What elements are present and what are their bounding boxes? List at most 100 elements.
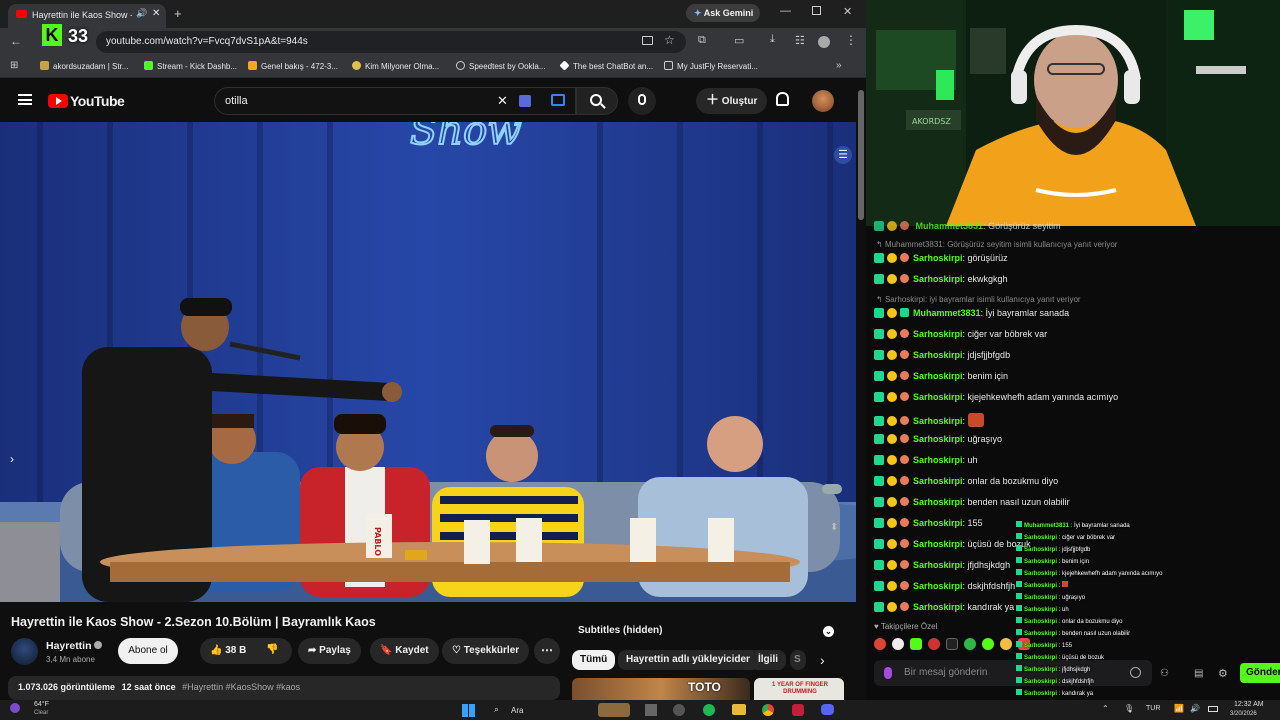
- emote-icon[interactable]: [982, 638, 994, 650]
- bookmark-item[interactable]: Stream - Kick Dashb...: [144, 61, 237, 71]
- windows-start-icon[interactable]: [462, 704, 475, 717]
- chat-username[interactable]: Sarhoskirpi: [913, 539, 963, 549]
- emote-icon[interactable]: [928, 638, 940, 650]
- chat-tools-icon[interactable]: ⚇: [1160, 668, 1169, 679]
- clear-search-icon[interactable]: ✕: [497, 93, 508, 109]
- subscribe-button[interactable]: Abone ol: [118, 638, 178, 664]
- ask-gemini-button[interactable]: ✦ Ask Gemini: [686, 4, 760, 22]
- tab-audio-icon[interactable]: 🔊: [136, 8, 147, 19]
- chat-username[interactable]: Sarhoskirpi: [913, 416, 963, 426]
- bookmark-item[interactable]: akordsuzadam | Str...: [40, 61, 128, 71]
- tab-close-icon[interactable]: ✕: [152, 8, 160, 19]
- file-explorer-icon[interactable]: [732, 704, 746, 715]
- bookmark-item[interactable]: The best ChatBot an...: [559, 60, 653, 71]
- maximize-icon[interactable]: [812, 6, 821, 15]
- browser-menu-icon[interactable]: ⋮: [845, 33, 857, 47]
- weather-temp[interactable]: 64°F: [34, 701, 49, 708]
- channel-name[interactable]: Hayrettin: [46, 640, 92, 652]
- chat-input[interactable]: Bir mesaj gönderin: [874, 660, 1152, 686]
- scrollbar-thumb[interactable]: [858, 90, 864, 220]
- emote-icon[interactable]: [946, 638, 958, 650]
- thanks-button[interactable]: ♡ Teşekkürler: [442, 638, 530, 664]
- clock-date[interactable]: 3/20/2026: [1230, 711, 1257, 717]
- chips-next-arrow-icon[interactable]: ›: [820, 652, 825, 668]
- chat-username[interactable]: Sarhoskirpi: [913, 476, 963, 486]
- taskbar-app-icon[interactable]: [645, 704, 657, 716]
- like-button[interactable]: 👍 38 B 👎: [200, 638, 292, 664]
- channel-avatar[interactable]: [11, 638, 38, 665]
- extension-puzzle-icon[interactable]: ☷: [795, 34, 805, 47]
- description-box[interactable]: 1.073.026 görüntüleme 12 saat önce #Hayr…: [8, 676, 560, 700]
- emote-icon[interactable]: [964, 638, 976, 650]
- chip-related[interactable]: İlgili: [750, 650, 786, 670]
- bookmarks-overflow-icon[interactable]: »: [836, 60, 842, 71]
- prev-arrow-icon[interactable]: ›: [10, 452, 14, 466]
- bookmark-item[interactable]: Genel bakış - 472-3...: [248, 61, 338, 71]
- chat-username[interactable]: Sarhoskirpi: [913, 350, 963, 360]
- profile-avatar-icon[interactable]: [818, 36, 830, 48]
- chat-username[interactable]: Sarhoskirpi: [913, 602, 963, 612]
- minimize-icon[interactable]: —: [780, 5, 791, 17]
- chat-settings-icon[interactable]: ⚙: [1218, 667, 1228, 680]
- taskbar-search-label[interactable]: Ara: [511, 706, 523, 715]
- chip-from-uploader[interactable]: Hayrettin adlı yükleyiciden: [618, 650, 761, 670]
- cast-icon[interactable]: ▭: [734, 34, 744, 47]
- microphone-tray-icon[interactable]: 🎙: [1124, 704, 1134, 713]
- send-button[interactable]: Gönder: [1240, 663, 1280, 683]
- battery-icon[interactable]: [1208, 706, 1218, 712]
- screenshot-extension-icon[interactable]: [551, 94, 565, 106]
- chat-username[interactable]: Muhammet3831: [916, 221, 984, 231]
- chat-username[interactable]: Sarhoskirpi: [913, 329, 963, 339]
- translate-extension-icon[interactable]: [519, 95, 531, 107]
- autoplay-toggle[interactable]: [822, 484, 842, 494]
- emote-icon[interactable]: [1000, 638, 1012, 650]
- taskbar-app-icon[interactable]: [673, 704, 685, 716]
- subtitles-header[interactable]: Subtitles (hidden) ⌄: [570, 622, 842, 642]
- chat-username[interactable]: Sarhoskirpi: [913, 518, 963, 528]
- discord-icon[interactable]: [821, 704, 834, 715]
- taskbar-app-icon[interactable]: [792, 704, 804, 716]
- chat-username[interactable]: Sarhoskirpi: [913, 581, 963, 591]
- tray-overflow-icon[interactable]: ⌃: [1102, 704, 1109, 713]
- more-actions-button[interactable]: ⋯: [534, 638, 560, 664]
- bookmark-star-icon[interactable]: ☆: [664, 33, 675, 47]
- chat-username[interactable]: Sarhoskirpi: [913, 497, 963, 507]
- chrome-icon[interactable]: [762, 704, 774, 716]
- clock-time[interactable]: 12:32 AM: [1234, 701, 1264, 708]
- emoji-picker-icon[interactable]: [1130, 667, 1141, 678]
- share-button[interactable]: ➦ Paylaş: [298, 638, 361, 664]
- video-player[interactable]: Show PABLO ☰ › ⬍: [0, 122, 856, 602]
- volume-icon[interactable]: 🔊: [1190, 704, 1200, 713]
- chat-store-icon[interactable]: ▤: [1194, 668, 1203, 679]
- chapters-menu-icon[interactable]: ☰: [834, 146, 852, 164]
- extensions-icon[interactable]: ⧉: [698, 34, 706, 47]
- wifi-icon[interactable]: 📶: [1174, 704, 1184, 713]
- chat-username[interactable]: Sarhoskirpi: [913, 274, 963, 284]
- emote-icon[interactable]: [892, 638, 904, 650]
- bookmark-item[interactable]: My JustFly Reservati...: [664, 61, 758, 71]
- recommendation-thumbnail[interactable]: TOTO: [572, 678, 750, 700]
- hamburger-menu-icon[interactable]: [18, 94, 32, 105]
- back-icon[interactable]: ←: [10, 34, 22, 48]
- url-field[interactable]: youtube.com/watch?v=Fvcq7dvS1pA&t=944s: [96, 31, 686, 53]
- account-avatar[interactable]: [812, 90, 834, 112]
- chat-username[interactable]: Sarhoskirpi: [913, 455, 963, 465]
- chat-username[interactable]: Sarhoskirpi: [913, 253, 963, 263]
- install-app-icon[interactable]: [642, 36, 653, 45]
- search-button[interactable]: [576, 87, 618, 115]
- spotify-icon[interactable]: [703, 704, 715, 716]
- bookmark-item[interactable]: Kim Milyoner Olma...: [352, 61, 439, 71]
- apps-grid-icon[interactable]: ⊞: [10, 60, 18, 71]
- scroll-handle-icon[interactable]: ⬍: [830, 522, 838, 533]
- thumbs-down-icon[interactable]: 👎: [266, 644, 278, 655]
- voice-search-button[interactable]: [628, 87, 656, 115]
- language-indicator[interactable]: TUR: [1146, 705, 1160, 712]
- chat-username[interactable]: Sarhoskirpi: [913, 434, 963, 444]
- save-button[interactable]: 🔖 Kaydet: [370, 638, 439, 664]
- subtitles-collapse-icon[interactable]: ⌄: [823, 626, 834, 637]
- chip-more[interactable]: S: [790, 650, 806, 670]
- close-window-icon[interactable]: ✕: [843, 5, 852, 18]
- chat-username[interactable]: Sarhoskirpi: [913, 371, 963, 381]
- chip-all[interactable]: Tümü: [572, 650, 616, 670]
- chat-username[interactable]: Muhammet3831: [913, 308, 981, 318]
